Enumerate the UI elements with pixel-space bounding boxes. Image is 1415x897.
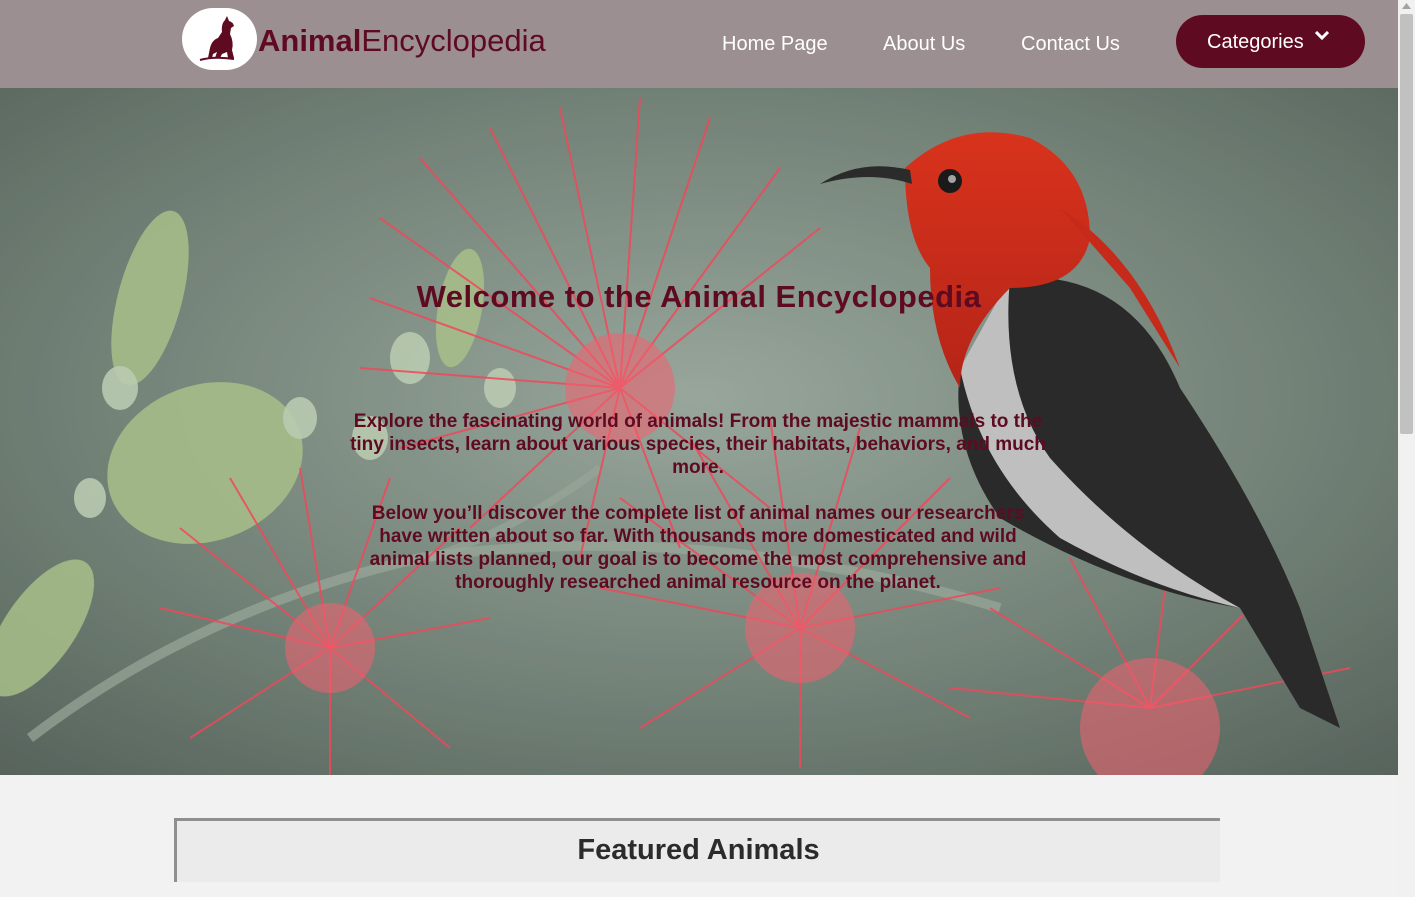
- brand-title[interactable]: AnimalEncyclopedia: [258, 22, 546, 60]
- dog-silhouette-icon: [199, 16, 234, 61]
- nav-home-link[interactable]: Home Page: [722, 31, 828, 57]
- chevron-down-icon: [1315, 31, 1329, 41]
- logo-link[interactable]: [182, 8, 257, 70]
- categories-label: Categories: [1207, 31, 1304, 53]
- categories-dropdown-button[interactable]: Categories: [1176, 15, 1365, 68]
- brand-part-animal: Animal: [258, 23, 362, 58]
- page-scrollbar[interactable]: [1398, 0, 1415, 897]
- scroll-up-arrow-icon[interactable]: [1402, 3, 1411, 9]
- nav-contact-link[interactable]: Contact Us: [1021, 31, 1120, 57]
- hero-description-paragraph: Below you’ll discover the complete list …: [369, 503, 1027, 593]
- nav-about-link[interactable]: About Us: [883, 31, 965, 57]
- featured-animals-heading: Featured Animals: [577, 834, 820, 866]
- featured-animals-section: Featured Animals: [174, 818, 1220, 882]
- hero-intro-paragraph: Explore the fascinating world of animals…: [350, 411, 1046, 478]
- hero-banner: Welcome to the Animal Encyclopedia Explo…: [0, 88, 1398, 775]
- hero-title: Welcome to the Animal Encyclopedia: [416, 279, 982, 314]
- site-header: AnimalEncyclopedia Home Page About Us Co…: [0, 0, 1398, 88]
- brand-part-encyclopedia: Encyclopedia: [361, 23, 546, 58]
- scrollbar-thumb[interactable]: [1400, 14, 1413, 434]
